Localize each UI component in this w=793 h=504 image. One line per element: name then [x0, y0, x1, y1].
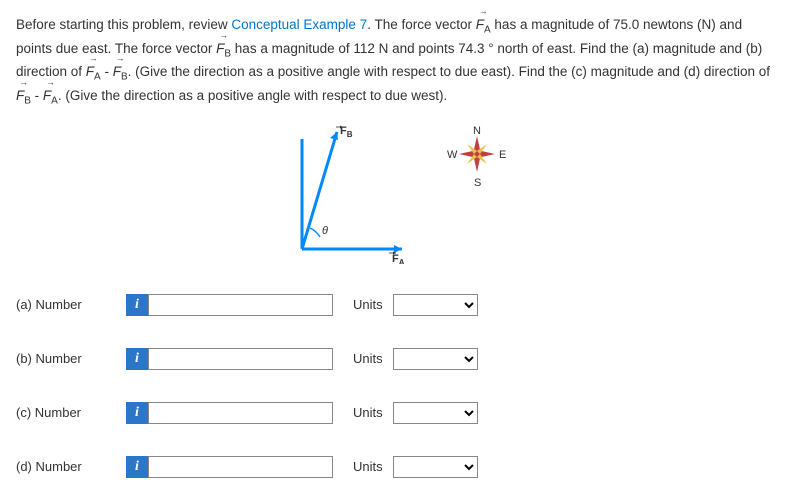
vector-fa: FA [43, 85, 58, 109]
part-label: (a) Number [16, 295, 126, 315]
info-icon[interactable]: i [126, 348, 148, 370]
vector-fb: FB [216, 38, 231, 62]
units-select-c[interactable] [393, 402, 478, 424]
theta-label: θ [322, 225, 328, 237]
minus-sign: - [101, 64, 113, 79]
units-label: Units [353, 295, 383, 315]
answer-row-d: (d) Number i Units [16, 456, 777, 478]
compass-rose: N S E W [442, 124, 512, 194]
answer-rows: (a) Number i Units (b) Number i Units (c… [16, 294, 777, 478]
units-label: Units [353, 457, 383, 477]
part-label: (b) Number [16, 349, 126, 369]
vector-fa: FA [476, 14, 491, 38]
units-select-a[interactable] [393, 294, 478, 316]
vector-fb: FB [113, 61, 128, 85]
figure-area: θ FB FA N S E W [16, 124, 777, 264]
answer-row-b: (b) Number i Units [16, 348, 777, 370]
units-select-d[interactable] [393, 456, 478, 478]
vector-diagram: θ FB FA [282, 124, 412, 264]
problem-statement: Before starting this problem, review Con… [16, 14, 777, 109]
minus-sign: - [31, 88, 43, 103]
compass-s: S [474, 177, 481, 189]
info-icon[interactable]: i [126, 456, 148, 478]
units-label: Units [353, 349, 383, 369]
answer-row-a: (a) Number i Units [16, 294, 777, 316]
units-label: Units [353, 403, 383, 423]
text-segment: Before starting this problem, review [16, 17, 231, 32]
part-label: (c) Number [16, 403, 126, 423]
number-input-d[interactable] [148, 456, 333, 478]
info-icon[interactable]: i [126, 402, 148, 424]
part-label: (d) Number [16, 457, 126, 477]
text-segment: . The force vector [367, 17, 476, 32]
compass-w: W [447, 149, 458, 161]
conceptual-example-link[interactable]: Conceptual Example 7 [231, 17, 367, 32]
fa-arrow-label: FA [392, 253, 405, 264]
compass-e: E [499, 149, 506, 161]
vector-fa: FA [86, 61, 101, 85]
number-input-c[interactable] [148, 402, 333, 424]
info-icon[interactable]: i [126, 294, 148, 316]
compass-n: N [473, 125, 481, 137]
text-segment: . (Give the direction as a positive angl… [58, 88, 447, 103]
text-segment: . (Give the direction as a positive angl… [128, 64, 770, 79]
vector-fb: FB [16, 85, 31, 109]
number-input-a[interactable] [148, 294, 333, 316]
number-input-b[interactable] [148, 348, 333, 370]
answer-row-c: (c) Number i Units [16, 402, 777, 424]
units-select-b[interactable] [393, 348, 478, 370]
